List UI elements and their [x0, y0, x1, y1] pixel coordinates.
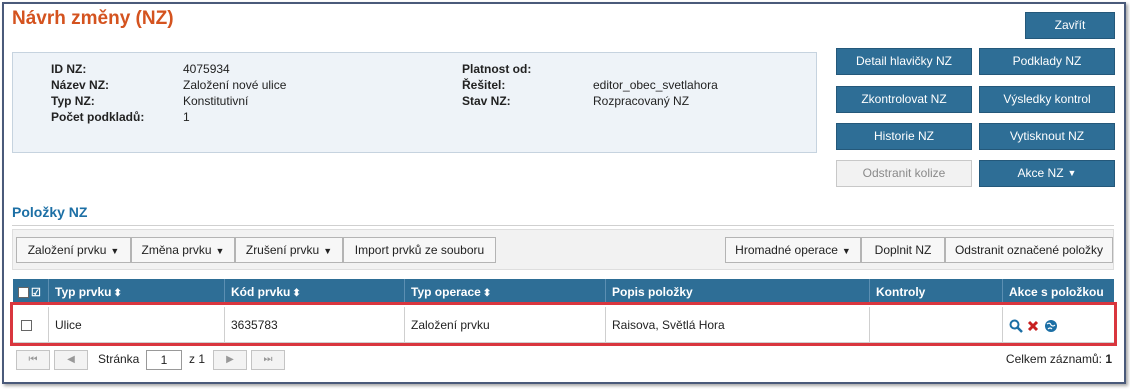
info-panel: ID NZ: 4075934 Název NZ: Založení nové u…: [12, 52, 817, 153]
remove-selected-button[interactable]: Odstranit označené položky: [945, 237, 1113, 263]
attachments-button[interactable]: Podklady NZ: [979, 48, 1115, 75]
bulk-operations-dropdown[interactable]: Hromadné operace ▼: [725, 237, 861, 263]
bulk-operations-label: Hromadné operace: [735, 243, 838, 257]
section-divider: [12, 225, 1114, 226]
valid-from-label: Platnost od:: [462, 62, 532, 76]
create-element-dropdown[interactable]: Založení prvku ▼: [16, 237, 131, 263]
change-element-dropdown[interactable]: Změna prvku ▼: [131, 237, 235, 263]
check-all-icon[interactable]: ☑: [31, 287, 41, 299]
complete-nz-button[interactable]: Doplnit NZ: [861, 237, 945, 263]
page-of-label: z 1: [189, 352, 206, 366]
state-label: Stav NZ:: [462, 94, 511, 108]
prev-page-icon[interactable]: ◀: [54, 350, 88, 370]
pagination: ⏮ ◀ Stránka 1 z 1 ▶ ⏭ Celkem záznamů: 1: [13, 348, 1114, 372]
page-label: Stránka: [98, 352, 140, 366]
page-title: Návrh změny (NZ): [12, 8, 174, 29]
sort-icon: ⬍: [482, 288, 492, 299]
id-value: 4075934: [183, 62, 230, 76]
sort-icon: ⬍: [113, 288, 122, 299]
type-label: Typ NZ:: [51, 94, 95, 108]
import-elements-button[interactable]: Import prvků ze souboru: [343, 237, 496, 263]
state-value: Rozpracovaný NZ: [593, 94, 690, 108]
caret-down-icon: ▼: [323, 245, 333, 256]
page-input[interactable]: 1: [146, 350, 182, 370]
cancel-element-dropdown[interactable]: Zrušení prvku ▼: [235, 237, 343, 263]
change-element-label: Změna prvku: [141, 243, 212, 257]
items-section-title: Položky NZ: [12, 204, 88, 220]
check-button[interactable]: Zkontrolovat NZ: [836, 86, 972, 113]
name-label: Název NZ:: [51, 78, 110, 92]
total-records-label: Celkem záznamů:: [1005, 352, 1102, 366]
actions-dropdown-label: Akce NZ: [1017, 166, 1064, 180]
close-button[interactable]: Zavřít: [1025, 12, 1115, 39]
name-value: Založení nové ulice: [183, 78, 287, 92]
row-highlight-frame: [10, 302, 1117, 346]
actions-dropdown-button[interactable]: Akce NZ ▼: [979, 160, 1115, 187]
first-page-icon[interactable]: ⏮: [16, 350, 50, 370]
check-results-button[interactable]: Výsledky kontrol: [979, 86, 1115, 113]
history-button[interactable]: Historie NZ: [836, 123, 972, 150]
count-label: Počet podkladů:: [51, 110, 145, 124]
remove-collisions-button: Odstranit kolize: [836, 160, 972, 187]
print-button[interactable]: Vytisknout NZ: [979, 123, 1115, 150]
total-records-value: 1: [1105, 352, 1112, 366]
total-records: Celkem záznamů: 1: [1006, 352, 1112, 366]
solver-label: Řešitel:: [462, 78, 506, 92]
cancel-element-label: Zrušení prvku: [245, 243, 320, 257]
select-all-checkbox[interactable]: [18, 287, 29, 299]
caret-down-icon: ▼: [1067, 168, 1077, 179]
id-label: ID NZ:: [51, 62, 87, 76]
caret-down-icon: ▼: [841, 245, 851, 256]
next-page-icon[interactable]: ▶: [213, 350, 247, 370]
last-page-icon[interactable]: ⏭: [251, 350, 285, 370]
caret-down-icon: ▼: [215, 245, 225, 256]
type-value: Konstitutivní: [183, 94, 249, 108]
solver-value: editor_obec_svetlahora: [593, 78, 718, 92]
count-value: 1: [183, 110, 190, 124]
sort-icon: ⬍: [292, 288, 301, 299]
header-detail-button[interactable]: Detail hlavičky NZ: [836, 48, 972, 75]
create-element-label: Založení prvku: [27, 243, 107, 257]
caret-down-icon: ▼: [110, 245, 120, 256]
